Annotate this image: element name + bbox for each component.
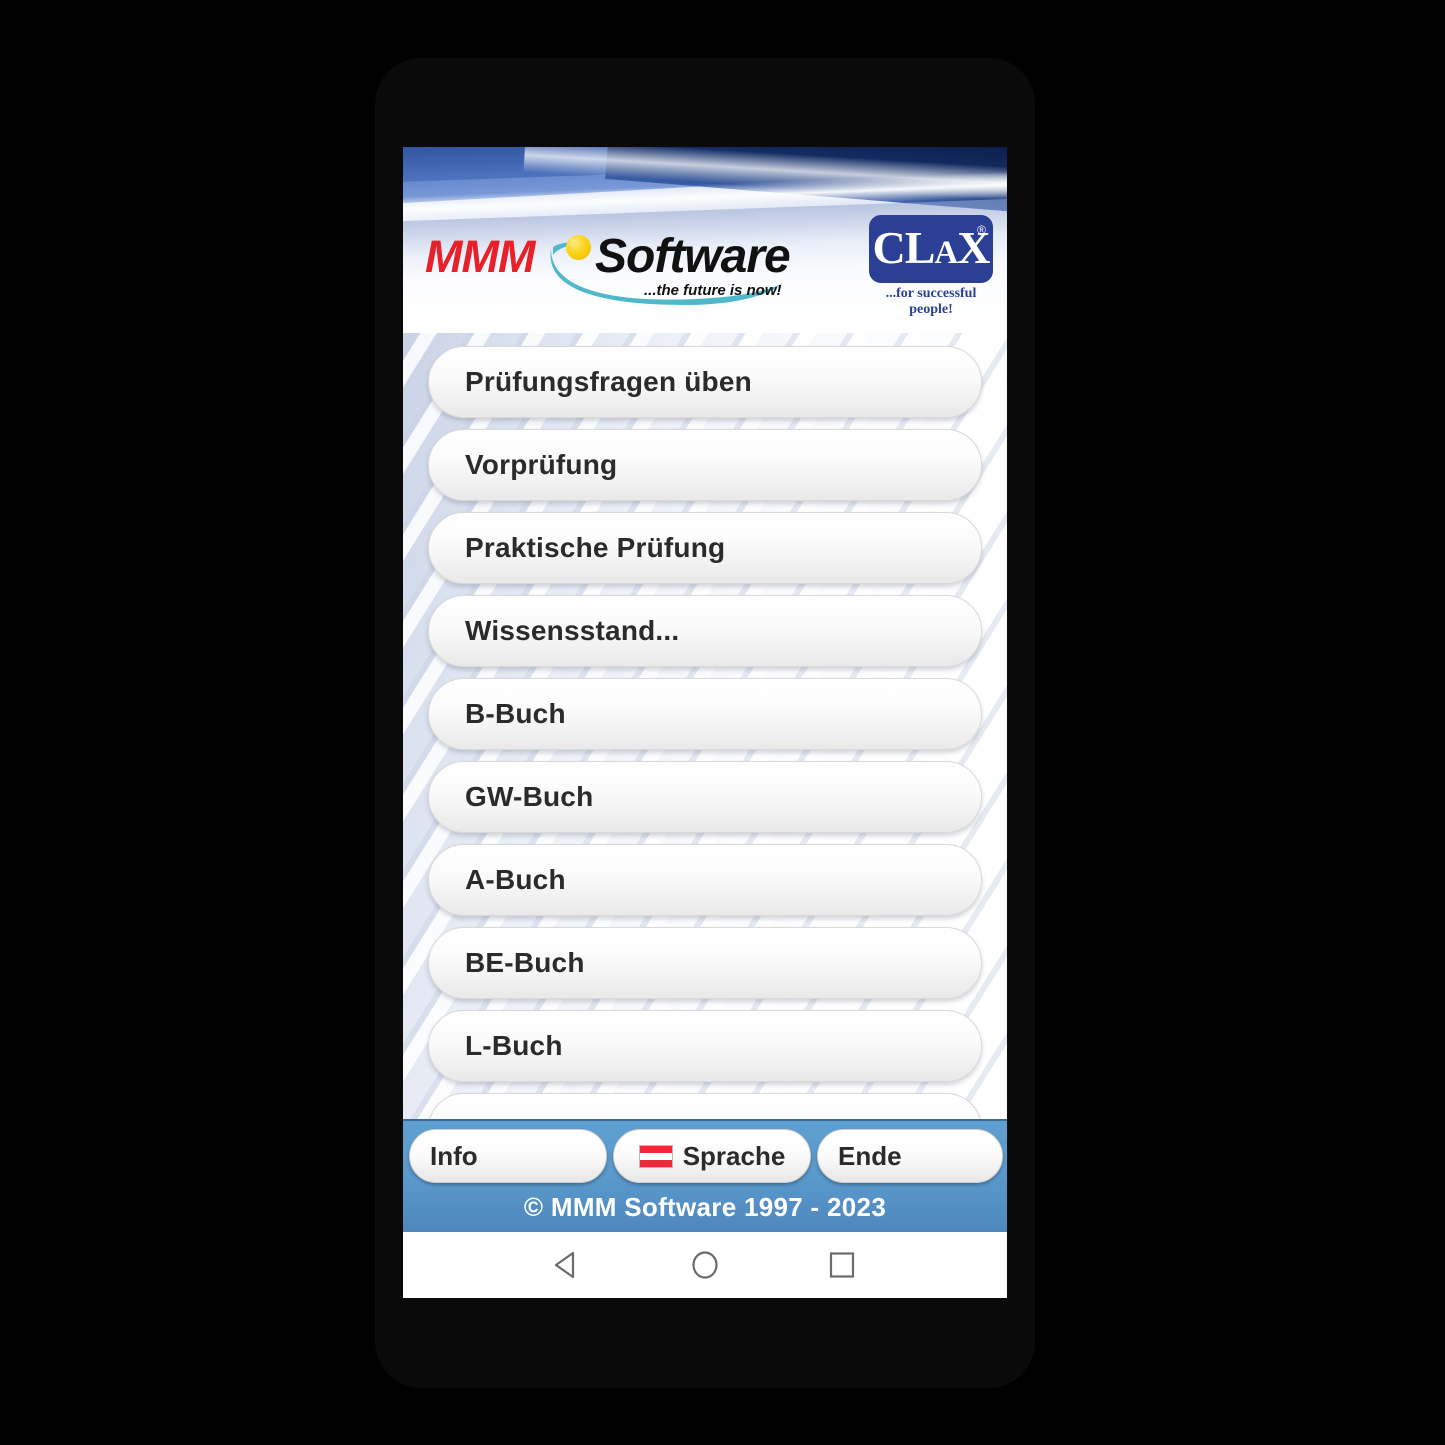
menu-item-label: GW-Buch (465, 781, 594, 812)
recents-square-icon[interactable] (825, 1248, 859, 1282)
menu-item-b-buch[interactable]: B-Buch (428, 678, 982, 750)
menu-item-label: B-Buch (465, 698, 566, 729)
menu-item-be-buch[interactable]: BE-Buch (428, 927, 982, 999)
copyright-text: © MMM Software 1997 - 2023 (523, 1192, 887, 1222)
clax-tagline: ...for successful people! (885, 286, 977, 317)
sprache-button[interactable]: Sprache (613, 1129, 811, 1183)
menu-item-praktische-pruefung[interactable]: Praktische Prüfung (428, 512, 982, 584)
menu-item-label: A-Buch (465, 864, 566, 895)
menu-item-gw-buch[interactable]: GW-Buch (428, 761, 982, 833)
menu-item-label: Vorprüfung (465, 449, 618, 480)
menu-item-label: Praktische Prüfung (465, 532, 726, 563)
ende-button-label: Ende (838, 1140, 902, 1171)
registered-trademark-icon: ® (977, 223, 986, 237)
menu-item-label: BE-Buch (465, 947, 585, 978)
menu-item-wissensstand[interactable]: Wissensstand... (428, 595, 982, 667)
menu-item-pruefungsfragen-ueben[interactable]: Prüfungsfragen üben (428, 346, 982, 418)
menu-item-label: Wissensstand... (465, 615, 680, 646)
clax-logo: CLAX ® ...for successful people! (869, 215, 993, 317)
toolbar-button-row: Info Sprache Ende (409, 1129, 1003, 1183)
bottom-toolbar: Info Sprache Ende © MMM Software 1997 - … (403, 1119, 1007, 1232)
home-circle-icon[interactable] (688, 1248, 722, 1282)
main-menu-list[interactable]: Prüfungsfragen üben Vorprüfung Praktisch… (403, 333, 1007, 1119)
logo-mmm-text: MMM (425, 231, 535, 282)
clax-wordmark-a: A (934, 235, 958, 271)
clax-wordmark: CLAX (872, 222, 991, 273)
ende-button[interactable]: Ende (817, 1129, 1003, 1183)
clax-badge: CLAX ® (869, 215, 993, 283)
menu-item-partially-visible[interactable] (428, 1093, 982, 1119)
menu-item-label: L-Buch (465, 1030, 563, 1061)
app-header: MMM Software ...the future is now! CLAX … (403, 147, 1007, 333)
mmm-software-logo: MMM Software ...the future is now! (425, 225, 791, 311)
menu-item-label: Prüfungsfragen üben (465, 366, 752, 397)
logo-yellow-dot-icon (566, 235, 591, 260)
screenshot-stage: MMM Software ...the future is now! CLAX … (0, 0, 1445, 1445)
sprache-button-label: Sprache (682, 1140, 786, 1171)
phone-screen: MMM Software ...the future is now! CLAX … (403, 147, 1007, 1298)
logo-software-text: Software (595, 230, 791, 283)
info-button-label: Info (430, 1140, 478, 1171)
info-button[interactable]: Info (409, 1129, 607, 1183)
menu-item-a-buch[interactable]: A-Buch (428, 844, 982, 916)
austria-flag-icon (638, 1144, 673, 1168)
clax-wordmark-cl: CL (872, 222, 936, 273)
back-triangle-icon[interactable] (551, 1248, 585, 1282)
logo-tagline: ...the future is now! (644, 282, 782, 299)
menu-item-vorpruefung[interactable]: Vorprüfung (428, 429, 982, 501)
android-navigation-bar (403, 1232, 1007, 1298)
menu-item-l-buch[interactable]: L-Buch (428, 1010, 982, 1082)
